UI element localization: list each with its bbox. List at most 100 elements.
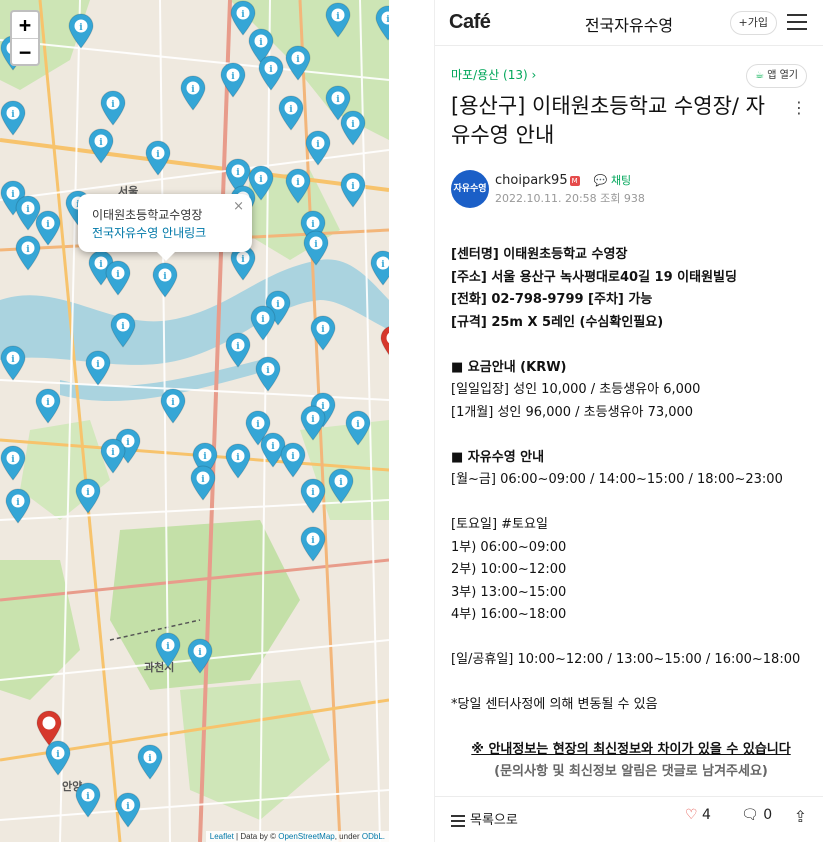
board-breadcrumb[interactable]: 마포/용산 (13) › xyxy=(451,66,536,83)
map-marker-icon[interactable]: i xyxy=(85,350,111,386)
popup-link[interactable]: 전국자유수영 안내링크 xyxy=(92,224,238,242)
svg-text:i: i xyxy=(79,23,83,33)
map-marker-icon[interactable]: i xyxy=(375,5,389,41)
map-marker-icon[interactable]: i xyxy=(278,95,304,131)
zoom-out-button[interactable]: − xyxy=(12,38,38,64)
map-marker-icon[interactable]: i xyxy=(110,312,136,348)
map-marker-icon[interactable]: i xyxy=(0,100,26,136)
svg-text:i: i xyxy=(311,220,315,230)
avatar[interactable]: 자유수영 xyxy=(451,170,489,208)
author-name[interactable]: choipark95 xyxy=(495,173,568,188)
svg-text:i: i xyxy=(266,366,270,376)
svg-text:i: i xyxy=(46,220,50,230)
map-marker-icon[interactable]: i xyxy=(220,62,246,98)
map-marker-icon[interactable]: i xyxy=(155,632,181,668)
map-marker-icon[interactable]: i xyxy=(370,250,389,286)
map-marker-icon[interactable]: i xyxy=(105,260,131,296)
map-marker-icon[interactable]: i xyxy=(190,465,216,501)
free-swim-heading: ■ 자유수영 안내 xyxy=(451,449,545,465)
like-button[interactable]: ♡ 4 xyxy=(685,807,711,823)
map-marker-icon[interactable]: i xyxy=(300,405,326,441)
map-marker-icon[interactable]: i xyxy=(75,782,101,818)
svg-text:i: i xyxy=(256,420,260,430)
more-options-icon[interactable]: ⋮ xyxy=(791,98,807,117)
osm-link[interactable]: OpenStreetMap xyxy=(278,832,334,841)
map-marker-icon[interactable]: i xyxy=(328,468,354,504)
svg-text:i: i xyxy=(339,478,343,488)
svg-text:i: i xyxy=(241,255,245,265)
popup-title: 이태원초등학교수영장 xyxy=(92,208,203,222)
map-marker-icon[interactable]: i xyxy=(310,315,336,351)
map-marker-icon[interactable]: i xyxy=(115,792,141,828)
map-marker-icon[interactable]: i xyxy=(187,638,213,674)
leaflet-link[interactable]: Leaflet xyxy=(210,832,234,841)
map-marker-icon[interactable]: i xyxy=(345,410,371,446)
map-marker-icon[interactable]: i xyxy=(340,172,366,208)
map-marker-icon[interactable]: i xyxy=(137,744,163,780)
comment-button[interactable]: 🗨 0 xyxy=(741,807,772,823)
map-marker-icon[interactable]: i xyxy=(300,526,326,562)
svg-text:i: i xyxy=(296,55,300,65)
share-icon[interactable]: ⇪ xyxy=(794,807,807,826)
map-marker-icon[interactable]: i xyxy=(180,75,206,111)
zoom-in-button[interactable]: + xyxy=(12,12,38,38)
map-marker-icon[interactable]: i xyxy=(225,443,251,479)
svg-text:i: i xyxy=(166,642,170,652)
spec: [규격] 25m X 5레인 (수심확인필요) xyxy=(451,314,664,330)
map-attribution: Leaflet | Data by © OpenStreetMap, under… xyxy=(205,831,389,842)
open-app-button[interactable]: ☕ 앱 열기 xyxy=(746,64,807,88)
map-marker-icon[interactable]: i xyxy=(285,168,311,204)
join-button[interactable]: +가입 xyxy=(729,11,777,35)
map-marker-icon[interactable]: i xyxy=(0,445,26,481)
list-button[interactable]: 목록으로 xyxy=(451,809,518,830)
manager-badge-icon: M xyxy=(569,176,580,186)
map-marker-icon[interactable]: i xyxy=(250,305,276,341)
post-date: 2022.10.11. 20:58 조회 938 xyxy=(495,192,645,205)
svg-text:i: i xyxy=(386,15,389,25)
map-marker-icon[interactable]: i xyxy=(300,478,326,514)
map-panel[interactable]: 서울 과천시 안양 + − iiiiiiiiiiiiiiiiiiiiiiiiii… xyxy=(0,0,389,842)
map-marker-icon[interactable]: i xyxy=(35,388,61,424)
map-marker-icon[interactable]: i xyxy=(225,332,251,368)
svg-text:i: i xyxy=(163,272,167,282)
map-marker-icon[interactable]: i xyxy=(100,438,126,474)
chat-button[interactable]: 💬 채팅 xyxy=(594,174,631,187)
map-marker-icon[interactable]: i xyxy=(0,345,26,381)
svg-text:i: i xyxy=(269,65,273,75)
hamburger-menu-icon[interactable] xyxy=(787,14,807,35)
map-marker-icon[interactable]: i xyxy=(75,478,101,514)
svg-text:i: i xyxy=(296,178,300,188)
sunday-hours: [일/공휴일] 10:00~12:00 / 13:00~15:00 / 16:0… xyxy=(451,652,801,667)
map-marker-icon[interactable]: i xyxy=(255,356,281,392)
map-marker-icon[interactable]: i xyxy=(68,13,94,49)
popup-close-icon[interactable]: × xyxy=(233,198,244,216)
svg-text:i: i xyxy=(99,260,103,270)
post-title: [용산구] 이태원초등학교 수영장/ 자유수영 안내 xyxy=(451,94,765,147)
svg-text:i: i xyxy=(26,205,30,215)
map-marker-icon[interactable]: i xyxy=(100,90,126,126)
svg-text:i: i xyxy=(11,455,15,465)
selected-marker-icon[interactable] xyxy=(380,325,389,361)
map-marker-icon[interactable]: i xyxy=(145,140,171,176)
map-marker-icon[interactable]: i xyxy=(258,55,284,91)
map-marker-icon[interactable]: i xyxy=(88,128,114,164)
chat-label: 채팅 xyxy=(610,174,632,187)
map-marker-icon[interactable]: i xyxy=(325,2,351,38)
open-app-label: 앱 열기 xyxy=(767,70,798,81)
svg-text:i: i xyxy=(311,536,315,546)
svg-text:i: i xyxy=(381,260,385,270)
selected-marker-icon[interactable] xyxy=(36,710,62,746)
map-marker-icon[interactable]: i xyxy=(5,488,31,524)
comment-icon: 🗨 xyxy=(741,807,759,823)
map-marker-icon[interactable]: i xyxy=(303,230,329,266)
map-marker-icon[interactable]: i xyxy=(280,442,306,478)
map-marker-icon[interactable]: i xyxy=(285,45,311,81)
map-marker-icon[interactable]: i xyxy=(160,388,186,424)
svg-text:i: i xyxy=(356,420,360,430)
map-marker-icon[interactable]: i xyxy=(152,262,178,298)
map-marker-icon[interactable]: i xyxy=(340,110,366,146)
svg-text:i: i xyxy=(336,12,340,22)
map-marker-icon[interactable]: i xyxy=(305,130,331,166)
map-marker-icon[interactable]: i xyxy=(15,235,41,271)
odbl-link[interactable]: ODbL. xyxy=(362,832,385,841)
